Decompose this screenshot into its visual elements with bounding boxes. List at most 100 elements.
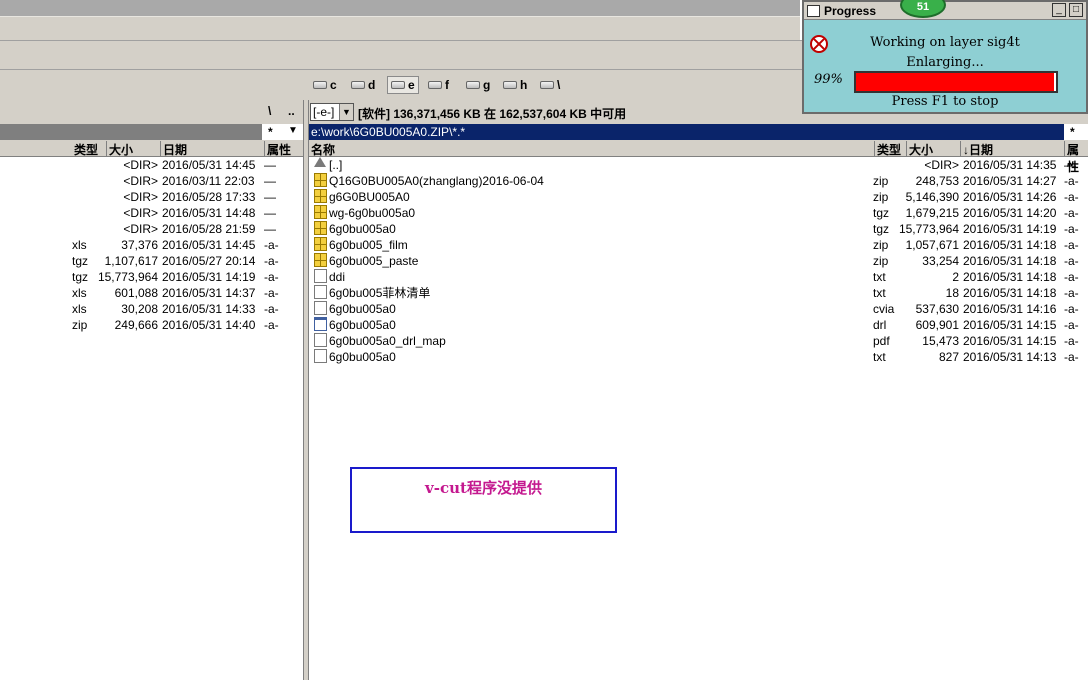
cell-name: 6g0bu005菲林清单 bbox=[329, 286, 431, 300]
cell-attr: -a- bbox=[1064, 334, 1079, 348]
cell-name: 6g0bu005a0 bbox=[329, 318, 396, 332]
table-row[interactable]: xls 37,376 2016/05/31 14:45 -a- bbox=[0, 237, 303, 253]
left-filter-button[interactable]: * bbox=[268, 125, 273, 139]
drive-button-h[interactable]: h bbox=[503, 76, 527, 94]
archive-icon bbox=[314, 205, 327, 219]
cell-size: 248,753 bbox=[915, 174, 959, 188]
table-row[interactable]: <DIR> 2016/03/11 22:03 — bbox=[0, 173, 303, 189]
table-row[interactable]: <DIR> 2016/05/28 17:33 — bbox=[0, 189, 303, 205]
cell-date: 2016/05/31 14:35 bbox=[963, 158, 1057, 172]
drive-label: f bbox=[445, 78, 449, 92]
cell-size: 5,146,390 bbox=[905, 190, 959, 204]
close-button[interactable]: □ bbox=[1069, 3, 1083, 17]
cell-attr: -a- bbox=[1064, 286, 1079, 300]
cell-date: 2016/05/31 14:20 bbox=[963, 206, 1057, 220]
table-row[interactable]: wg-6g0bu005a0 tgz 1,679,215 2016/05/31 14:2… bbox=[309, 205, 1088, 221]
archive-icon bbox=[314, 221, 327, 235]
archive-icon bbox=[314, 173, 327, 187]
table-row[interactable]: 6g0bu005菲林清单 txt 18 2016/05/31 14:18 -a- bbox=[309, 285, 1088, 301]
drive-button-e[interactable]: e bbox=[387, 76, 419, 94]
right-header-attr[interactable]: 属性 bbox=[1064, 141, 1088, 174]
cell-date: 2016/05/31 14:45 bbox=[162, 158, 256, 172]
table-row[interactable]: 6g0bu005_film zip 1,057,671 2016/05/31 14:1… bbox=[309, 237, 1088, 253]
cell-attr: -a- bbox=[1064, 254, 1079, 268]
table-row[interactable]: [..] <DIR> 2016/05/31 14:35 — bbox=[309, 157, 1088, 173]
left-history-button[interactable]: ▼ bbox=[288, 125, 298, 136]
table-row[interactable]: <DIR> 2016/05/28 21:59 — bbox=[0, 221, 303, 237]
table-row[interactable]: 6g0bu005a0 tgz 15,773,964 2016/05/31 14:19-… bbox=[309, 221, 1088, 237]
cell-size: 827 bbox=[938, 350, 959, 364]
left-header-size[interactable]: 大小 bbox=[106, 141, 133, 157]
table-row[interactable]: ddi txt 2 2016/05/31 14:18 -a- bbox=[309, 269, 1088, 285]
cell-date: 2016/05/31 14:33 bbox=[162, 302, 256, 316]
table-row[interactable]: 6g0bu005_paste zip 33,254 2016/05/31 14:18-… bbox=[309, 253, 1088, 269]
progress-bar-fill bbox=[856, 73, 1054, 91]
table-row[interactable]: 6g0bu005a0 drl 609,901 2016/05/31 14:15 -a- bbox=[309, 317, 1088, 333]
minimize-button[interactable]: _ bbox=[1052, 3, 1066, 17]
table-row[interactable]: tgz 1,107,617 2016/05/27 20:14 -a- bbox=[0, 253, 303, 269]
cell-size: <DIR> bbox=[123, 222, 158, 236]
window-icon bbox=[807, 5, 820, 17]
right-header-date[interactable]: ↓日期 bbox=[960, 141, 1064, 157]
table-row[interactable]: 6g0bu005a0_drl_map pdf 15,473 2016/05/31 14… bbox=[309, 333, 1088, 349]
right-header-size[interactable]: 大小 bbox=[906, 141, 933, 157]
right-filter-button[interactable]: * bbox=[1070, 125, 1075, 139]
left-header-attr[interactable]: 属性 bbox=[264, 141, 291, 157]
cell-attr: — bbox=[264, 190, 276, 204]
drive-button-g[interactable]: g bbox=[466, 76, 490, 94]
cell-size: <DIR> bbox=[123, 158, 158, 172]
cell-attr: -a- bbox=[264, 254, 279, 268]
left-header-type[interactable]: 类型 bbox=[72, 141, 98, 157]
table-row[interactable]: Q16G0BU005A0(zhanglang)2016-06-04 zip 248,… bbox=[309, 173, 1088, 189]
cell-name: 6g0bu005_paste bbox=[329, 254, 419, 268]
cell-date: 2016/05/28 17:33 bbox=[162, 190, 256, 204]
left-path-bar[interactable] bbox=[0, 124, 262, 140]
drive-button-d[interactable]: d bbox=[351, 76, 375, 94]
progress-status-line2: Enlarging... bbox=[906, 55, 984, 70]
drive-button-network[interactable]: \ bbox=[540, 76, 560, 94]
cell-attr: -a- bbox=[1064, 318, 1079, 332]
right-path-bar[interactable]: e:\work\6G0BU005A0.ZIP\*.* bbox=[309, 124, 1064, 140]
cell-size: 1,057,671 bbox=[905, 238, 959, 252]
cell-date: 2016/05/31 14:16 bbox=[963, 302, 1057, 316]
cell-attr: -a- bbox=[1064, 222, 1079, 236]
cell-size: 37,376 bbox=[121, 238, 158, 252]
cell-name: Q16G0BU005A0(zhanglang)2016-06-04 bbox=[329, 174, 544, 188]
table-row[interactable]: g6G0BU005A0 zip 5,146,390 2016/05/31 14:26-… bbox=[309, 189, 1088, 205]
drive-button-f[interactable]: f bbox=[428, 76, 449, 94]
cell-size: <DIR> bbox=[123, 206, 158, 220]
cell-attr: — bbox=[264, 174, 276, 188]
cell-attr: — bbox=[264, 206, 276, 220]
table-row[interactable]: <DIR> 2016/05/31 14:48 — bbox=[0, 205, 303, 221]
drive-select[interactable]: [-e-] ▼ bbox=[310, 103, 354, 121]
cell-attr: -a- bbox=[1064, 174, 1079, 188]
left-column-headers: 类型 大小 日期 属性 bbox=[0, 140, 303, 157]
cell-date: 2016/05/31 14:27 bbox=[963, 174, 1057, 188]
table-row[interactable]: 6g0bu005a0 cvia 537,630 2016/05/31 14:16 -a- bbox=[309, 301, 1088, 317]
archive-icon bbox=[314, 189, 327, 203]
progress-title: Progress bbox=[824, 4, 877, 18]
table-row[interactable]: xls 30,208 2016/05/31 14:33 -a- bbox=[0, 301, 303, 317]
drive-button-c[interactable]: c bbox=[313, 76, 337, 94]
progress-percent: 99% bbox=[814, 72, 843, 87]
table-row[interactable]: xls 601,088 2016/05/31 14:37 -a- bbox=[0, 285, 303, 301]
drive-icon bbox=[391, 81, 405, 89]
toolbar-strip bbox=[0, 16, 800, 40]
cell-attr: -a- bbox=[1064, 238, 1079, 252]
table-row[interactable]: zip 249,666 2016/05/31 14:40 -a- bbox=[0, 317, 303, 333]
table-row[interactable]: <DIR> 2016/05/31 14:45 — bbox=[0, 157, 303, 173]
drive-label: e bbox=[408, 78, 415, 92]
table-row[interactable]: tgz 15,773,964 2016/05/31 14:19 -a- bbox=[0, 269, 303, 285]
left-up-button[interactable]: .. bbox=[288, 104, 295, 118]
right-header-type[interactable]: 类型 bbox=[874, 141, 901, 157]
free-space-info: [软件] 136,371,456 KB 在 162,537,604 KB 中可用 bbox=[358, 107, 627, 121]
cell-name: g6G0BU005A0 bbox=[329, 190, 410, 204]
drive-label: g bbox=[483, 78, 491, 92]
right-header-name[interactable]: 名称 bbox=[309, 141, 335, 157]
cell-size: 2 bbox=[952, 270, 959, 284]
table-row[interactable]: 6g0bu005a0 txt 827 2016/05/31 14:13 -a- bbox=[309, 349, 1088, 365]
cell-name: 6g0bu005a0 bbox=[329, 222, 396, 236]
left-root-button[interactable]: \ bbox=[268, 104, 271, 118]
cell-size: 249,666 bbox=[114, 318, 158, 332]
left-header-date[interactable]: 日期 bbox=[160, 141, 264, 157]
